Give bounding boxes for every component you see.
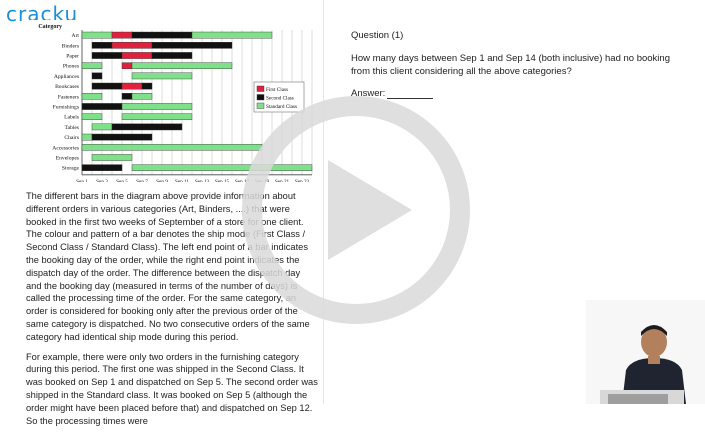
order-bar — [151, 42, 233, 49]
x-tick-label: Sep 1 — [76, 179, 88, 182]
x-tick-label: Sep 19 — [255, 179, 270, 182]
x-tick-label: Sep 21 — [275, 179, 290, 182]
category-header: Category — [38, 24, 62, 30]
legend-label: First Class — [266, 87, 288, 93]
answer-label: Answer: — [351, 88, 386, 99]
order-bar — [121, 92, 133, 100]
order-bar — [131, 62, 233, 69]
category-label: Envelopes — [56, 156, 79, 162]
answer-row: Answer: — [351, 88, 681, 99]
order-bar — [81, 62, 103, 69]
panel-divider — [323, 0, 324, 404]
category-label: Paper — [66, 54, 79, 60]
legend-swatch — [256, 102, 265, 109]
order-bar — [151, 52, 193, 59]
question-title: Question (1) — [351, 30, 404, 41]
legend-swatch — [256, 85, 265, 92]
answer-input[interactable] — [387, 88, 434, 99]
category-label: Fasteners — [58, 94, 79, 100]
category-label: Tables — [64, 125, 79, 131]
x-tick-label: Sep 7 — [136, 179, 148, 182]
category-label: Chairs — [64, 135, 79, 141]
order-bar — [121, 62, 133, 69]
order-bar — [91, 123, 113, 131]
order-bar — [111, 31, 133, 39]
legend-swatch — [256, 94, 265, 101]
question-panel: Question (1) How many days between Sep 1… — [351, 30, 681, 99]
order-bar — [91, 154, 133, 161]
category-label: Phones — [63, 64, 79, 70]
order-bar — [81, 133, 93, 141]
order-bar — [121, 52, 153, 59]
order-bar — [131, 164, 313, 172]
x-tick-label: Sep 9 — [156, 179, 168, 182]
passage-paragraph-2: For example, there were only two orders … — [26, 351, 318, 426]
gantt-chart: Category Art Binders Paper Phones Appliances B… — [26, 20, 318, 182]
order-bar — [111, 123, 183, 131]
x-tick-label: Sep 23 — [295, 179, 310, 182]
order-bar — [91, 72, 103, 80]
category-label: Bookcases — [55, 84, 79, 90]
order-bar — [81, 113, 103, 120]
question-text: How many days between Sep 1 and Sep 14 (… — [351, 53, 670, 77]
order-bar — [91, 52, 123, 59]
order-bar — [191, 31, 273, 39]
category-label: Binders — [62, 43, 79, 49]
order-bar — [81, 103, 123, 110]
instructor-figure — [586, 300, 705, 404]
legend-label: Second Class — [266, 95, 294, 101]
x-tick-label: Sep 11 — [175, 179, 189, 182]
instructor-webcam — [586, 300, 705, 404]
order-bar — [131, 92, 153, 100]
category-label: Art — [72, 33, 80, 39]
order-bar — [141, 82, 153, 90]
x-tick-label: Sep 5 — [116, 179, 128, 182]
order-bar — [131, 31, 193, 39]
order-bar — [81, 164, 123, 172]
x-tick-label: Sep 3 — [96, 179, 108, 182]
x-tick-label: Sep 17 — [235, 179, 250, 182]
order-bar — [81, 92, 103, 100]
passage: The different bars in the diagram above … — [26, 190, 318, 434]
category-label: Furnishings — [53, 105, 79, 111]
order-bar — [91, 82, 123, 90]
order-bar — [81, 143, 263, 151]
order-bar — [121, 113, 193, 120]
passage-paragraph-1: The different bars in the diagram above … — [26, 191, 310, 342]
category-label: Labels — [64, 115, 79, 121]
order-bar — [121, 103, 193, 110]
legend-label: Standard Class — [266, 104, 297, 110]
order-bar — [91, 133, 153, 141]
order-bar — [81, 31, 113, 39]
order-bar — [131, 72, 193, 80]
gantt-chart-svg: Category Art Binders Paper Phones Appliances B… — [26, 20, 318, 182]
order-bar — [121, 82, 143, 90]
category-label: Storage — [62, 166, 80, 172]
category-label: Accessories — [52, 145, 79, 151]
x-tick-label: Sep 15 — [215, 179, 230, 182]
x-tick-label: Sep 13 — [195, 179, 210, 182]
order-bar — [111, 42, 153, 49]
order-bar — [91, 42, 113, 49]
category-label: Appliances — [54, 74, 79, 80]
